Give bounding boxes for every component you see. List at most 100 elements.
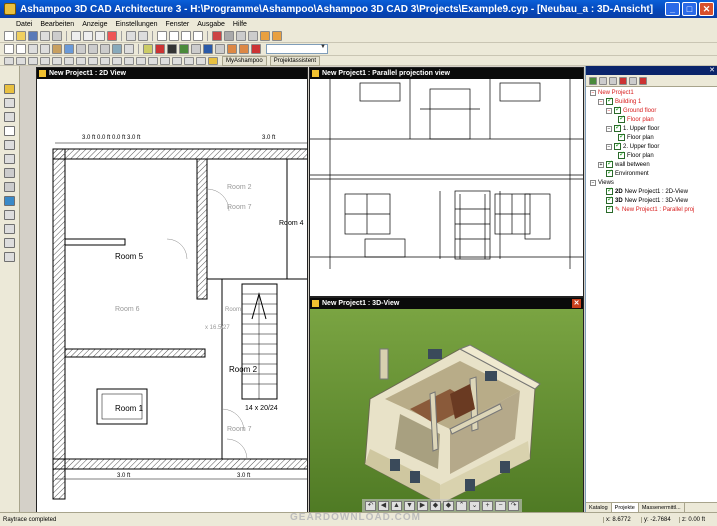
red-tool-icon[interactable] xyxy=(212,31,222,41)
zoom-in-icon[interactable]: + xyxy=(482,500,493,511)
line-tool-icon[interactable] xyxy=(4,112,15,122)
props-icon[interactable] xyxy=(639,76,647,85)
new-icon[interactable] xyxy=(4,31,14,41)
text-tool-icon[interactable] xyxy=(4,126,15,136)
grid-icon[interactable] xyxy=(224,31,234,41)
stair-icon[interactable] xyxy=(52,56,62,65)
column-icon[interactable] xyxy=(76,56,86,65)
elevation-canvas[interactable] xyxy=(310,79,584,297)
projektassistent-tab[interactable]: Projektassistent xyxy=(269,55,321,66)
maximize-button[interactable]: □ xyxy=(682,2,697,16)
side-view-icon[interactable] xyxy=(40,44,50,54)
slab-tool-icon[interactable] xyxy=(4,224,15,234)
menu-datei[interactable]: Datei xyxy=(16,21,32,28)
menu-einstellungen[interactable]: Einstellungen xyxy=(116,21,158,28)
light-icon[interactable] xyxy=(124,44,134,54)
copy-node-icon[interactable] xyxy=(609,76,617,85)
orange-tool2-icon[interactable] xyxy=(272,31,282,41)
zoom-out-icon[interactable]: − xyxy=(495,500,506,511)
tool-e-icon[interactable] xyxy=(191,44,201,54)
wall-icon[interactable] xyxy=(16,56,26,65)
door-icon[interactable] xyxy=(28,56,38,65)
tilt-up-icon[interactable]: ⌃ xyxy=(456,500,467,511)
furniture-icon[interactable] xyxy=(136,56,146,65)
rotate-left-icon[interactable]: ↶ xyxy=(365,500,376,511)
tree-view-parallel[interactable]: ✎New Project1 : Parallel proj xyxy=(606,204,694,214)
hatch-tool-icon[interactable] xyxy=(4,252,15,262)
dim-icon[interactable] xyxy=(88,56,98,65)
hatch-icon[interactable] xyxy=(112,56,122,65)
pointer-tool-icon[interactable] xyxy=(4,84,15,94)
tree-floorplan-2[interactable]: Floor plan xyxy=(618,132,654,142)
poly-icon[interactable] xyxy=(196,56,206,65)
tool-c-icon[interactable] xyxy=(167,44,177,54)
room-tool-icon[interactable] xyxy=(4,196,15,206)
cut-icon[interactable] xyxy=(71,31,81,41)
undo-icon[interactable] xyxy=(126,31,136,41)
menu-anzeige[interactable]: Anzeige xyxy=(82,21,107,28)
3d-view-icon[interactable] xyxy=(16,44,26,54)
open-icon[interactable] xyxy=(16,31,26,41)
arrow-right-icon[interactable]: ▶ xyxy=(417,500,428,511)
arrow-up-icon[interactable]: ▲ xyxy=(391,500,402,511)
close-button[interactable]: ✕ xyxy=(699,2,714,16)
roof-tool-icon[interactable] xyxy=(4,210,15,220)
tool-i-icon[interactable] xyxy=(239,44,249,54)
zoom-in-icon[interactable] xyxy=(157,31,167,41)
delete-node-icon[interactable] xyxy=(619,76,627,85)
menu-hilfe[interactable]: Hilfe xyxy=(233,21,247,28)
column-tool-icon[interactable] xyxy=(4,182,15,192)
window-icon[interactable] xyxy=(40,56,50,65)
select-icon[interactable] xyxy=(4,56,14,65)
zoom-window-icon[interactable] xyxy=(181,31,191,41)
tree-wall-between[interactable]: +wall between xyxy=(598,159,650,169)
snap-icon[interactable] xyxy=(248,31,258,41)
tab-projekte[interactable]: Projekte xyxy=(611,503,639,512)
myashampoo-tab[interactable]: MyAshampoo xyxy=(222,55,267,66)
tab-katalog[interactable]: Katalog xyxy=(586,503,612,512)
layer-icon[interactable] xyxy=(236,31,246,41)
tree-environment[interactable]: Environment xyxy=(606,168,649,178)
tab-massenermittlung[interactable]: Massenermittl... xyxy=(639,503,685,512)
text-icon[interactable] xyxy=(100,56,110,65)
terrain-icon[interactable] xyxy=(148,56,158,65)
tool-d-icon[interactable] xyxy=(179,44,189,54)
rotate-right-icon[interactable]: ↷ xyxy=(508,500,519,511)
tool-f-icon[interactable] xyxy=(203,44,213,54)
tree-floorplan-1[interactable]: Floor plan xyxy=(618,114,654,124)
tool-h-icon[interactable] xyxy=(227,44,237,54)
render-icon[interactable] xyxy=(64,44,74,54)
paste-icon[interactable] xyxy=(95,31,105,41)
tree-ground-floor[interactable]: −Ground floor xyxy=(606,105,656,115)
layer-combo[interactable] xyxy=(266,44,328,54)
check-icon[interactable] xyxy=(589,76,597,85)
floor-plan-canvas[interactable]: 3.0 ft 0.0 ft 0.0 ft 3.0 ft 3.0 ft Room … xyxy=(37,79,308,513)
move-left-icon[interactable]: ◆ xyxy=(430,500,441,511)
tree-upper-floor-1[interactable]: −1. Upper floor xyxy=(606,123,659,133)
tool-a-icon[interactable] xyxy=(143,44,153,54)
walk-icon[interactable] xyxy=(76,44,86,54)
tree-view-3d[interactable]: 3DNew Project1 : 3D-View xyxy=(606,195,688,205)
tool-g-icon[interactable] xyxy=(215,44,225,54)
arrow-left-icon[interactable]: ◀ xyxy=(378,500,389,511)
dim-tool-icon[interactable] xyxy=(4,238,15,248)
3d-render-canvas[interactable] xyxy=(310,309,584,513)
window-tool-icon[interactable] xyxy=(4,154,15,164)
delete-icon[interactable] xyxy=(107,31,117,41)
menu-bearbeiten[interactable]: Bearbeiten xyxy=(40,21,74,28)
preview-icon[interactable] xyxy=(52,31,62,41)
minimize-button[interactable]: _ xyxy=(665,2,680,16)
section-icon[interactable] xyxy=(100,44,110,54)
close-pane-icon[interactable]: ✕ xyxy=(709,66,715,74)
wall-tool-icon[interactable] xyxy=(4,98,15,108)
move-icon[interactable] xyxy=(599,76,607,85)
close-view-button[interactable]: ✕ xyxy=(572,299,581,308)
room-icon[interactable] xyxy=(124,56,134,65)
menu-ausgabe[interactable]: Ausgabe xyxy=(197,21,225,28)
tree-upper-floor-2[interactable]: −2. Upper floor xyxy=(606,141,659,151)
copy-icon[interactable] xyxy=(83,31,93,41)
print-icon[interactable] xyxy=(40,31,50,41)
arrow-down-icon[interactable]: ▼ xyxy=(404,500,415,511)
tree-floorplan-3[interactable]: Floor plan xyxy=(618,150,654,160)
tool-j-icon[interactable] xyxy=(251,44,261,54)
